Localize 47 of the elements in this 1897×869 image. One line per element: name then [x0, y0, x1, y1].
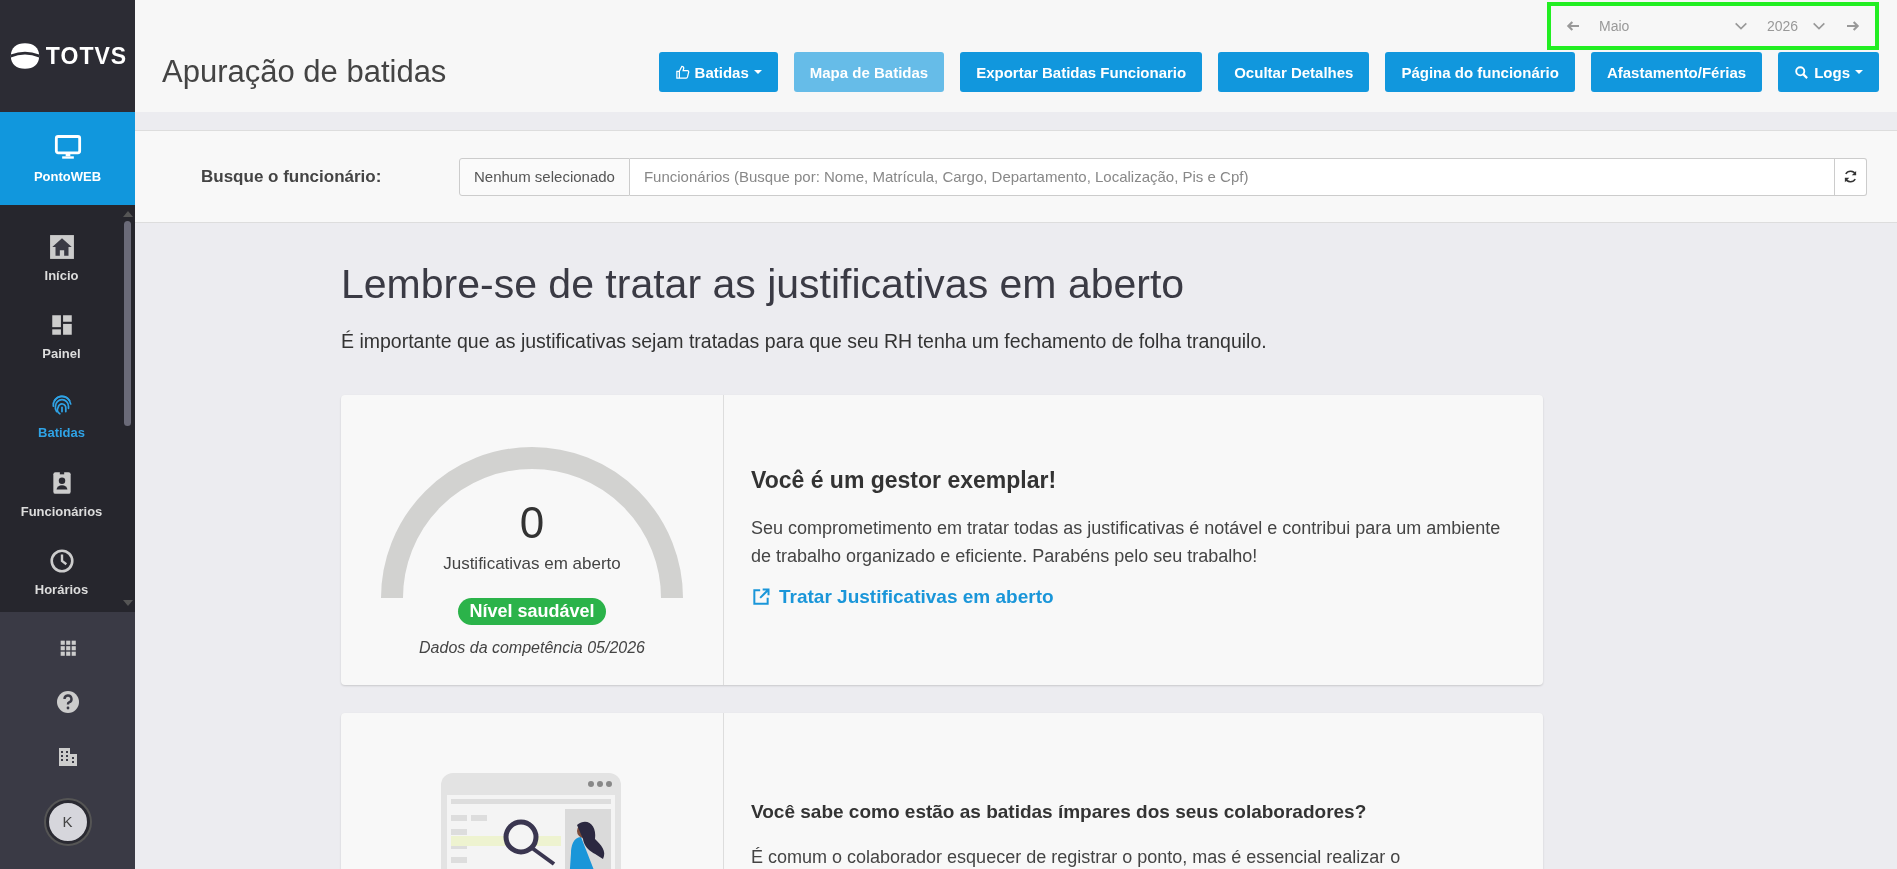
- toolbar-button[interactable]: Ocultar Detalhes: [1218, 52, 1370, 92]
- logo-text: TOTVS: [45, 42, 128, 70]
- card-title: Você é um gestor exemplar!: [751, 467, 1058, 494]
- search-label: Busque o funcionário:: [201, 166, 383, 187]
- external-link-icon: [751, 587, 771, 607]
- caret-icon: [753, 70, 762, 74]
- year-select[interactable]: 2026: [1767, 18, 1827, 34]
- toolbar-button[interactable]: Afastamento/Férias: [1590, 52, 1763, 92]
- selection-addon: Nenhum selecionado: [459, 157, 630, 196]
- section-subtitle: É importante que as justificativas sejam tratadas para que seu RH tenha um fechamento de folha tranquilo.: [341, 330, 1268, 353]
- card-text: Seu comprometimento em tratar todas as justificativas é notável e contribui para um ambiente de trabalho organizado e eficiente. Parabéns pelo seu trabalho!: [751, 517, 1501, 568]
- section-heading: Lembre-se de tratar as justificativas em aberto: [341, 261, 1186, 308]
- gauge-caption: Justificativas em aberto: [443, 554, 621, 574]
- arrow-right-icon[interactable]: [1845, 18, 1861, 34]
- sidebar-item[interactable]: Funcionários: [0, 454, 123, 534]
- scrollbar-thumb[interactable]: [124, 221, 131, 426]
- refresh-icon: [1843, 169, 1858, 184]
- dropdown-button[interactable]: Batidas: [658, 52, 778, 92]
- dropdown-button[interactable]: Logs: [1778, 52, 1879, 92]
- home-icon: [48, 233, 75, 260]
- refresh-button[interactable]: [1835, 157, 1867, 196]
- card-title: Você sabe como estão as batidas ímpares dos seus colaboradores?: [751, 801, 1368, 823]
- toolbar-button[interactable]: Exportar Batidas Funcionario: [960, 52, 1203, 92]
- clock-icon: [48, 548, 75, 575]
- search-field[interactable]: Funcionários (Busque por: Nome, Matrícula, Cargo, Departamento, Localização, Pis e Cpf): [629, 157, 1835, 196]
- search-icon: [1794, 64, 1810, 80]
- monitor-icon: [53, 133, 82, 161]
- month-select[interactable]: Maio: [1599, 18, 1749, 34]
- help-icon[interactable]: [55, 690, 80, 715]
- sidebar-item[interactable]: Horários: [0, 533, 123, 612]
- competence-note: Dados da competência 05/2026: [419, 639, 645, 657]
- module-item[interactable]: PontoWEB: [0, 112, 135, 205]
- page-title: Apuração de batidas: [162, 54, 447, 90]
- month-value: Maio: [1599, 18, 1630, 34]
- sidebar-item[interactable]: Batidas: [0, 376, 123, 455]
- year-value: 2026: [1767, 18, 1799, 34]
- user-avatar[interactable]: K: [45, 799, 90, 844]
- status-badge: Nível saudável: [458, 598, 606, 625]
- thumbs-up-icon: [674, 64, 690, 80]
- sidebar-item[interactable]: Painel: [0, 297, 123, 377]
- treat-link[interactable]: Tratar Justificativas em aberto: [751, 586, 1501, 608]
- sidebar-item[interactable]: Início: [0, 219, 123, 298]
- open-count: 0: [519, 498, 545, 548]
- arrow-left-icon[interactable]: [1565, 18, 1581, 34]
- toolbar-button[interactable]: Página do funcionário: [1385, 52, 1575, 92]
- caret-icon: [1855, 70, 1863, 74]
- card-text: É comum o colaborador esquecer de registrar o ponto, mas é essencial realizar o: [751, 846, 1401, 869]
